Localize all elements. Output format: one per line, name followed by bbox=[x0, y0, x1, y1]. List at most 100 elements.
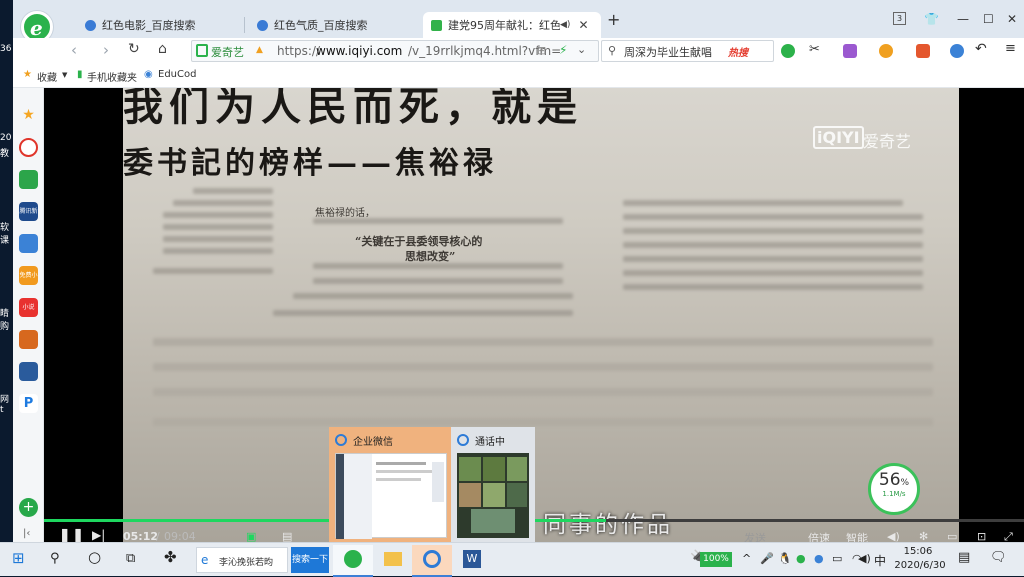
bookmark-educoder[interactable]: EduCod bbox=[158, 69, 196, 80]
mail-icon[interactable] bbox=[19, 170, 38, 189]
send-button[interactable]: 发送 bbox=[744, 530, 766, 542]
danmaku-settings-icon[interactable]: ▤ bbox=[282, 530, 292, 542]
computer-icon[interactable]: ▭ bbox=[832, 552, 842, 565]
search-input[interactable]: 周深为毕业生献唱 bbox=[624, 44, 712, 60]
taskbar-word[interactable]: W bbox=[452, 545, 492, 577]
tray-green-icon[interactable]: ● bbox=[796, 552, 806, 565]
search-box[interactable]: ⚲ 周深为毕业生献唱 热搜 bbox=[601, 40, 774, 62]
microphone-icon[interactable]: 🎤 bbox=[760, 552, 774, 565]
next-button[interactable]: ▶| bbox=[92, 528, 105, 542]
tab-red-movies[interactable]: 红色电影_百度搜索 bbox=[77, 12, 242, 38]
chevron-down-icon[interactable]: ▼ bbox=[62, 71, 67, 79]
home-icon[interactable]: ⌂ bbox=[158, 41, 167, 57]
windows-start-icon[interactable]: ⊞ bbox=[12, 549, 25, 567]
task-view-icon[interactable]: ⧉ bbox=[126, 551, 135, 566]
favorites-icon[interactable]: ★ bbox=[19, 106, 38, 125]
game2-icon[interactable] bbox=[19, 362, 38, 381]
reload-icon[interactable]: ↻ bbox=[128, 41, 140, 57]
bookmark-mobile[interactable]: 手机收藏夹 bbox=[87, 69, 137, 84]
apps-grid-icon[interactable] bbox=[950, 44, 964, 58]
menu-icon[interactable]: ≡ bbox=[1005, 41, 1016, 56]
call-thumbnail bbox=[457, 453, 529, 538]
watermark-text: 爱奇艺 bbox=[863, 132, 912, 151]
tab-counter[interactable]: 3 bbox=[893, 12, 906, 25]
tray-blue-icon[interactable]: ● bbox=[814, 552, 824, 565]
close-window-button[interactable]: ✕ bbox=[1007, 12, 1017, 26]
taskbar-wecom[interactable] bbox=[412, 545, 452, 577]
newspaper-headline: 委书記的榜样——焦裕禄 bbox=[123, 146, 497, 181]
translate-icon[interactable] bbox=[843, 44, 857, 58]
desktop-label: 购 bbox=[0, 322, 10, 332]
hot-search-label[interactable]: 热搜 bbox=[728, 44, 748, 59]
clock-time[interactable]: 15:06 bbox=[900, 546, 936, 557]
notifications-icon[interactable]: 🗨 bbox=[990, 550, 1007, 565]
pause-button[interactable]: ❚❚ bbox=[58, 526, 85, 542]
desktop-label: 20 bbox=[0, 133, 12, 143]
tab-iqiyi-video[interactable]: 建党95周年献礼：红色气质 ◀) ✕ bbox=[423, 12, 601, 38]
webfullscreen-icon[interactable]: ⊡ bbox=[977, 530, 986, 542]
ie-search-box[interactable]: e 李沁挽张若昀 bbox=[196, 547, 288, 573]
preview-title: 企业微信 bbox=[353, 437, 393, 448]
tab-red-temperament[interactable]: 红色气质_百度搜索 bbox=[249, 12, 419, 38]
search-icon[interactable]: ⚲ bbox=[50, 551, 60, 566]
coin-icon[interactable] bbox=[879, 44, 893, 58]
audio-playing-icon[interactable]: ◀) bbox=[560, 20, 570, 30]
mountain-icon: ▲ bbox=[256, 45, 263, 55]
collapse-icon[interactable]: |‹ bbox=[23, 528, 30, 539]
chevron-up-icon[interactable]: ^ bbox=[742, 552, 751, 565]
baidu-paw-icon bbox=[85, 19, 96, 31]
taskbar-browser[interactable] bbox=[333, 545, 373, 577]
back-icon[interactable]: ‹ bbox=[71, 41, 77, 59]
ime-indicator[interactable]: 中 bbox=[874, 552, 886, 569]
weibo-icon[interactable] bbox=[19, 138, 38, 157]
smart-button[interactable]: 智能 bbox=[846, 530, 868, 542]
security-shield-icon bbox=[196, 44, 208, 57]
new-tab-button[interactable]: + bbox=[607, 10, 620, 29]
extension-green-icon[interactable] bbox=[781, 44, 795, 58]
search-go-button[interactable]: 搜索一下 bbox=[291, 547, 329, 573]
tab-bar: e 红色电影_百度搜索 红色气质_百度搜索 建党95周年献礼：红色气质 ◀) ✕… bbox=[13, 0, 1024, 43]
duration: 09:04 bbox=[164, 530, 196, 542]
settings-icon[interactable]: ✻ bbox=[919, 530, 928, 542]
gamepad-icon[interactable] bbox=[916, 44, 930, 58]
desktop-label: 睛 bbox=[0, 309, 10, 319]
notes-icon[interactable]: ▤ bbox=[958, 550, 970, 565]
video-frame: 我们为人民而死，就是 委书記的榜样——焦裕禄 焦裕禄的话， “关键在于县委领导核… bbox=[123, 88, 959, 542]
volume-icon[interactable]: ◀) bbox=[858, 552, 871, 565]
taskbar: ⊞ ⚲ ○ ⧉ ✤ e 李沁挽张若昀 搜索一下 W 🔌 100% ^ 🎤 🐧 ●… bbox=[0, 542, 1024, 577]
bookmark-favorites[interactable]: 收藏 bbox=[37, 69, 57, 84]
game-icon[interactable] bbox=[19, 330, 38, 349]
danmaku-icon[interactable]: ▣ bbox=[246, 530, 256, 542]
speed-button[interactable]: 倍速 bbox=[808, 530, 830, 542]
fan-icon[interactable]: ✤ bbox=[164, 548, 177, 566]
news-app-icon[interactable]: 腾讯新闻 bbox=[19, 202, 38, 221]
add-icon[interactable]: + bbox=[19, 498, 38, 517]
close-icon[interactable]: ✕ bbox=[578, 18, 588, 32]
lightning-icon[interactable]: ⚡ bbox=[559, 43, 567, 57]
shop-icon[interactable]: 小说 bbox=[19, 298, 38, 317]
preview-card-wecom[interactable]: 企业微信 bbox=[329, 427, 451, 543]
novel-icon[interactable]: 免费小说 bbox=[19, 266, 38, 285]
docs-icon[interactable] bbox=[19, 234, 38, 253]
qq-icon[interactable]: 🐧 bbox=[778, 552, 792, 565]
taskbar-explorer[interactable] bbox=[373, 545, 413, 577]
preview-card-call[interactable]: 通话中 bbox=[451, 427, 535, 543]
volume-icon[interactable]: ◀) bbox=[887, 530, 900, 542]
cortana-icon[interactable]: ○ bbox=[88, 548, 101, 566]
address-bar[interactable]: 爱奇艺 ▲ https:// www.iqiyi.com /v_19rrlkjm… bbox=[191, 40, 599, 62]
p-app-icon[interactable]: P bbox=[19, 394, 38, 413]
maximize-button[interactable]: ☐ bbox=[983, 12, 994, 26]
desktop-label: 教 bbox=[0, 149, 10, 159]
reader-icon[interactable]: ⊞ bbox=[537, 44, 546, 57]
shirt-icon[interactable]: 👕 bbox=[924, 12, 939, 26]
minimize-button[interactable]: — bbox=[957, 12, 969, 26]
network-speed-widget[interactable]: 56% 1.1M/s bbox=[868, 463, 920, 515]
scissors-icon[interactable]: ✂ bbox=[809, 42, 820, 57]
forward-icon[interactable]: › bbox=[103, 41, 109, 59]
battery-indicator[interactable]: 100% bbox=[700, 552, 732, 567]
pip-icon[interactable]: ▭ bbox=[947, 530, 957, 542]
undo-icon[interactable]: ↶ bbox=[975, 41, 987, 57]
clock-date[interactable]: 2020/6/30 bbox=[892, 560, 948, 571]
fullscreen-icon[interactable]: ⤢ bbox=[1004, 530, 1013, 542]
chevron-down-icon[interactable]: ⌄ bbox=[577, 43, 586, 56]
